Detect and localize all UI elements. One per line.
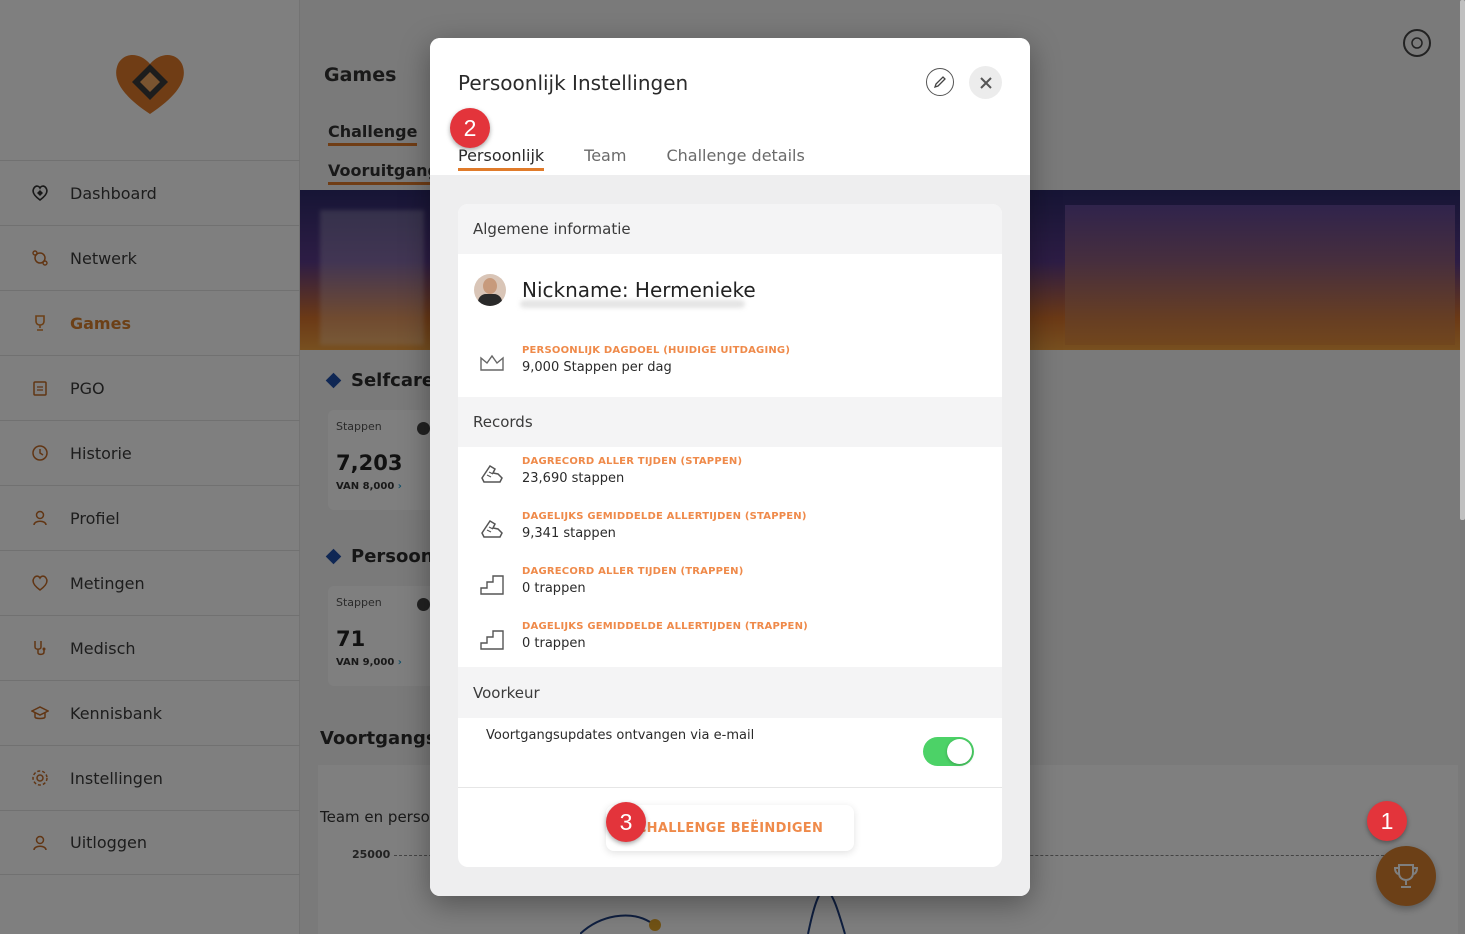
record-row: DAGELIJKS GEMIDDELDE ALLERTIJDEN (TRAPPE… bbox=[478, 621, 808, 653]
record-value: 0 trappen bbox=[522, 581, 586, 596]
shoe-icon bbox=[481, 464, 503, 483]
record-row: DAGRECORD ALLER TIJDEN (STAPPEN) 23,690 … bbox=[478, 456, 742, 488]
daily-goal-value: 9,000 Stappen per dag bbox=[522, 360, 672, 375]
settings-modal: Persoonlijk Instellingen Persoonlijk Tea… bbox=[430, 38, 1030, 896]
close-button[interactable] bbox=[969, 66, 1002, 99]
general-info-header: Algemene informatie bbox=[458, 204, 1002, 254]
modal-tabs: Persoonlijk Team Challenge details bbox=[458, 146, 845, 171]
edit-button[interactable] bbox=[926, 68, 954, 96]
blurred-text bbox=[520, 300, 745, 308]
email-updates-toggle[interactable] bbox=[923, 737, 974, 766]
preference-label: Voortgangsupdates ontvangen via e-mail bbox=[486, 728, 755, 743]
tab-challenge-details[interactable]: Challenge details bbox=[666, 146, 804, 171]
record-label: DAGRECORD ALLER TIJDEN (TRAPPEN) bbox=[522, 566, 744, 577]
record-label: DAGRECORD ALLER TIJDEN (STAPPEN) bbox=[522, 456, 743, 467]
record-row: DAGELIJKS GEMIDDELDE ALLERTIJDEN (STAPPE… bbox=[478, 511, 807, 543]
divider bbox=[458, 787, 1002, 788]
crown-icon bbox=[480, 354, 504, 371]
close-icon bbox=[979, 76, 992, 89]
toggle-knob bbox=[947, 739, 972, 764]
tab-team[interactable]: Team bbox=[584, 146, 626, 171]
avatar bbox=[474, 274, 506, 306]
annotation-badge: 2 bbox=[450, 108, 490, 148]
records-header: Records bbox=[458, 397, 1002, 447]
annotation-badge: 1 bbox=[1367, 801, 1407, 841]
modal-title: Persoonlijk Instellingen bbox=[458, 71, 689, 95]
modal-header: Persoonlijk Instellingen Persoonlijk Tea… bbox=[430, 38, 1030, 175]
pencil-icon bbox=[933, 76, 946, 89]
page-scrollbar[interactable] bbox=[1460, 0, 1465, 520]
tab-persoonlijk[interactable]: Persoonlijk bbox=[458, 146, 545, 171]
daily-goal-row: PERSOONLIJK DAGDOEL (HUIDIGE UITDAGING) … bbox=[478, 345, 790, 377]
stairs-icon bbox=[480, 575, 504, 595]
record-value: 0 trappen bbox=[522, 636, 586, 651]
record-label: DAGELIJKS GEMIDDELDE ALLERTIJDEN (TRAPPE… bbox=[522, 621, 808, 632]
stairs-icon bbox=[480, 630, 504, 650]
preference-header: Voorkeur bbox=[458, 667, 1002, 718]
record-value: 9,341 stappen bbox=[522, 526, 616, 541]
personal-info-card: Algemene informatie Nickname: Hermenieke… bbox=[458, 204, 1002, 867]
record-row: DAGRECORD ALLER TIJDEN (TRAPPEN) 0 trapp… bbox=[478, 566, 744, 598]
modal-body: Algemene informatie Nickname: Hermenieke… bbox=[430, 175, 1030, 896]
daily-goal-label: PERSOONLIJK DAGDOEL (HUIDIGE UITDAGING) bbox=[522, 345, 791, 356]
nickname: Nickname: Hermenieke bbox=[522, 278, 756, 302]
record-value: 23,690 stappen bbox=[522, 471, 625, 486]
annotation-badge: 3 bbox=[606, 802, 646, 842]
record-label: DAGELIJKS GEMIDDELDE ALLERTIJDEN (STAPPE… bbox=[522, 511, 807, 522]
shoe-icon bbox=[481, 519, 503, 538]
